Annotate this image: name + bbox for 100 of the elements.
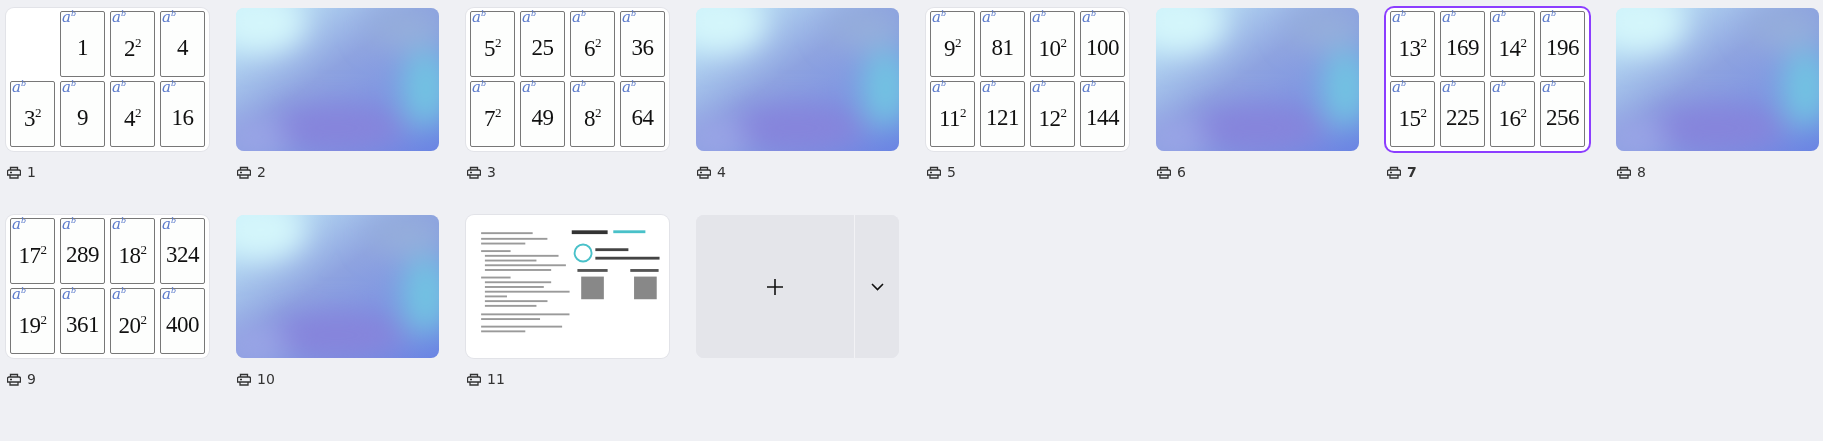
printer-icon — [467, 165, 481, 179]
printer-icon — [1387, 165, 1401, 179]
card-value: 15$^{2}$ — [1398, 104, 1427, 132]
page-number: 1 — [27, 164, 36, 180]
card-value: 11$^{2}$ — [938, 104, 967, 132]
card-mark: a$^{b}$ — [1542, 80, 1557, 95]
card-mark: a$^{b}$ — [162, 10, 177, 25]
printer-icon — [1157, 165, 1171, 179]
card-mark: a$^{b}$ — [1442, 80, 1457, 95]
page-thumbnail[interactable]: a$^{b}$ 5$^{2}$ a$^{b}$ 25 a$^{b}$ 6$^{2}$ a$^{b}$ 36 a$^{b}$ 7$^{2}$ a$^{b}$ 49 a$^{b}$ 8$^{2}$ a$^{b}$ 64 — [466, 8, 669, 151]
card-value: 6$^{2}$ — [584, 34, 601, 62]
card-value: 16$^{2}$ — [1498, 104, 1527, 132]
card-value: 64 — [631, 105, 654, 131]
printer-icon — [7, 165, 21, 179]
page-number: 2 — [257, 164, 266, 180]
card-mark: a$^{b}$ — [472, 80, 487, 95]
card-value: 144 — [1086, 105, 1119, 131]
card-value: 361 — [66, 312, 99, 338]
card-mark: a$^{b}$ — [12, 80, 27, 95]
card-mark: a$^{b}$ — [982, 80, 997, 95]
card-value: 2$^{2}$ — [124, 34, 141, 62]
page-number: 3 — [487, 164, 496, 180]
card-mark: a$^{b}$ — [62, 217, 77, 232]
card-value: 121 — [986, 105, 1019, 131]
card-value: 19$^{2}$ — [18, 311, 47, 339]
card-value: 4 — [177, 35, 188, 61]
card-value: 17$^{2}$ — [18, 241, 47, 269]
card-value: 9$^{2}$ — [944, 34, 961, 62]
card-value: 13$^{2}$ — [1398, 34, 1427, 62]
page-thumbnail[interactable]: a$^{b}$ 1 a$^{b}$ 2$^{2}$ a$^{b}$ 4 a$^{b}$ 3$^{2}$ a$^{b}$ 9 a$^{b}$ 4$^{2}$ a$^{b}$ 16 — [6, 8, 209, 151]
chevron-down-icon — [870, 282, 884, 291]
card-mark: a$^{b}$ — [622, 80, 637, 95]
printer-icon — [237, 372, 251, 386]
card-mark: a$^{b}$ — [112, 217, 127, 232]
page-number: 11 — [487, 371, 505, 387]
card-mark: a$^{b}$ — [472, 10, 487, 25]
card-mark: a$^{b}$ — [1492, 10, 1507, 25]
card-value: 169 — [1446, 35, 1479, 61]
card-value: 3$^{2}$ — [24, 104, 41, 132]
card-value: 9 — [77, 105, 88, 131]
page-number: 5 — [947, 164, 956, 180]
card-mark: a$^{b}$ — [112, 80, 127, 95]
card-mark: a$^{b}$ — [1032, 80, 1047, 95]
card-mark: a$^{b}$ — [1392, 10, 1407, 25]
card-value: 196 — [1546, 35, 1579, 61]
card-mark: a$^{b}$ — [932, 10, 947, 25]
card-mark: a$^{b}$ — [162, 80, 177, 95]
page-thumbnail[interactable]: a$^{b}$ 17$^{2}$ a$^{b}$ 289 a$^{b}$ 18$^{2}$ a$^{b}$ 324 a$^{b}$ 19$^{2}$ a$^{b}$ 361 a$^{b}$ 20$^{2}$ a$^{b}$ 400 — [6, 215, 209, 358]
card-mark: a$^{b}$ — [572, 10, 587, 25]
card-value: 324 — [166, 242, 199, 268]
card-value: 400 — [166, 312, 199, 338]
page-number: 8 — [1637, 164, 1646, 180]
card-value: 36 — [631, 35, 654, 61]
card-value: 14$^{2}$ — [1498, 34, 1527, 62]
card-value: 18$^{2}$ — [118, 241, 147, 269]
page-number: 9 — [27, 371, 36, 387]
card-mark: a$^{b}$ — [1542, 10, 1557, 25]
card-value: 5$^{2}$ — [484, 34, 501, 62]
card-mark: a$^{b}$ — [1492, 80, 1507, 95]
plus-icon — [766, 277, 784, 296]
card-mark: a$^{b}$ — [12, 217, 27, 232]
card-value: 12$^{2}$ — [1038, 104, 1067, 132]
card-value: 256 — [1546, 105, 1579, 131]
card-value: 7$^{2}$ — [484, 104, 501, 132]
card-mark: a$^{b}$ — [1032, 10, 1047, 25]
page-thumbnail[interactable]: a$^{b}$ 9$^{2}$ a$^{b}$ 81 a$^{b}$ 10$^{2}$ a$^{b}$ 100 a$^{b}$ 11$^{2}$ a$^{b}$ 121 a$^{b}$ 12$^{2}$ a$^{b}$ 144 — [926, 8, 1129, 151]
card-mark: a$^{b}$ — [162, 217, 177, 232]
card-value: 49 — [531, 105, 554, 131]
card-mark: a$^{b}$ — [1442, 10, 1457, 25]
card-value: 289 — [66, 242, 99, 268]
printer-icon — [697, 165, 711, 179]
card-value: 4$^{2}$ — [124, 104, 141, 132]
card-mark: a$^{b}$ — [1082, 10, 1097, 25]
card-mark: a$^{b}$ — [112, 10, 127, 25]
card-mark: a$^{b}$ — [1392, 80, 1407, 95]
card-value: 225 — [1446, 105, 1479, 131]
card-mark: a$^{b}$ — [62, 287, 77, 302]
card-value: 81 — [991, 35, 1014, 61]
page-number: 7 — [1407, 164, 1417, 180]
card-mark: a$^{b}$ — [982, 10, 997, 25]
printer-icon — [467, 372, 481, 386]
card-mark: a$^{b}$ — [162, 287, 177, 302]
card-value: 16 — [171, 105, 194, 131]
card-mark: a$^{b}$ — [62, 10, 77, 25]
card-mark: a$^{b}$ — [522, 10, 537, 25]
card-mark: a$^{b}$ — [12, 287, 27, 302]
card-mark: a$^{b}$ — [622, 10, 637, 25]
page-number: 10 — [257, 371, 275, 387]
printer-icon — [927, 165, 941, 179]
card-mark: a$^{b}$ — [932, 80, 947, 95]
page-thumbnail[interactable]: a$^{b}$ 13$^{2}$ a$^{b}$ 169 a$^{b}$ 14$^{2}$ a$^{b}$ 196 a$^{b}$ 15$^{2}$ a$^{b}$ 225 a$^{b}$ 16$^{2}$ a$^{b}$ 256 — [1386, 8, 1589, 151]
page-number: 4 — [717, 164, 726, 180]
card-value: 100 — [1086, 35, 1119, 61]
card-mark: a$^{b}$ — [522, 80, 537, 95]
printer-icon — [1617, 165, 1631, 179]
card-mark: a$^{b}$ — [62, 80, 77, 95]
printer-icon — [237, 165, 251, 179]
card-mark: a$^{b}$ — [112, 287, 127, 302]
card-mark: a$^{b}$ — [1082, 80, 1097, 95]
card-value: 8$^{2}$ — [584, 104, 601, 132]
